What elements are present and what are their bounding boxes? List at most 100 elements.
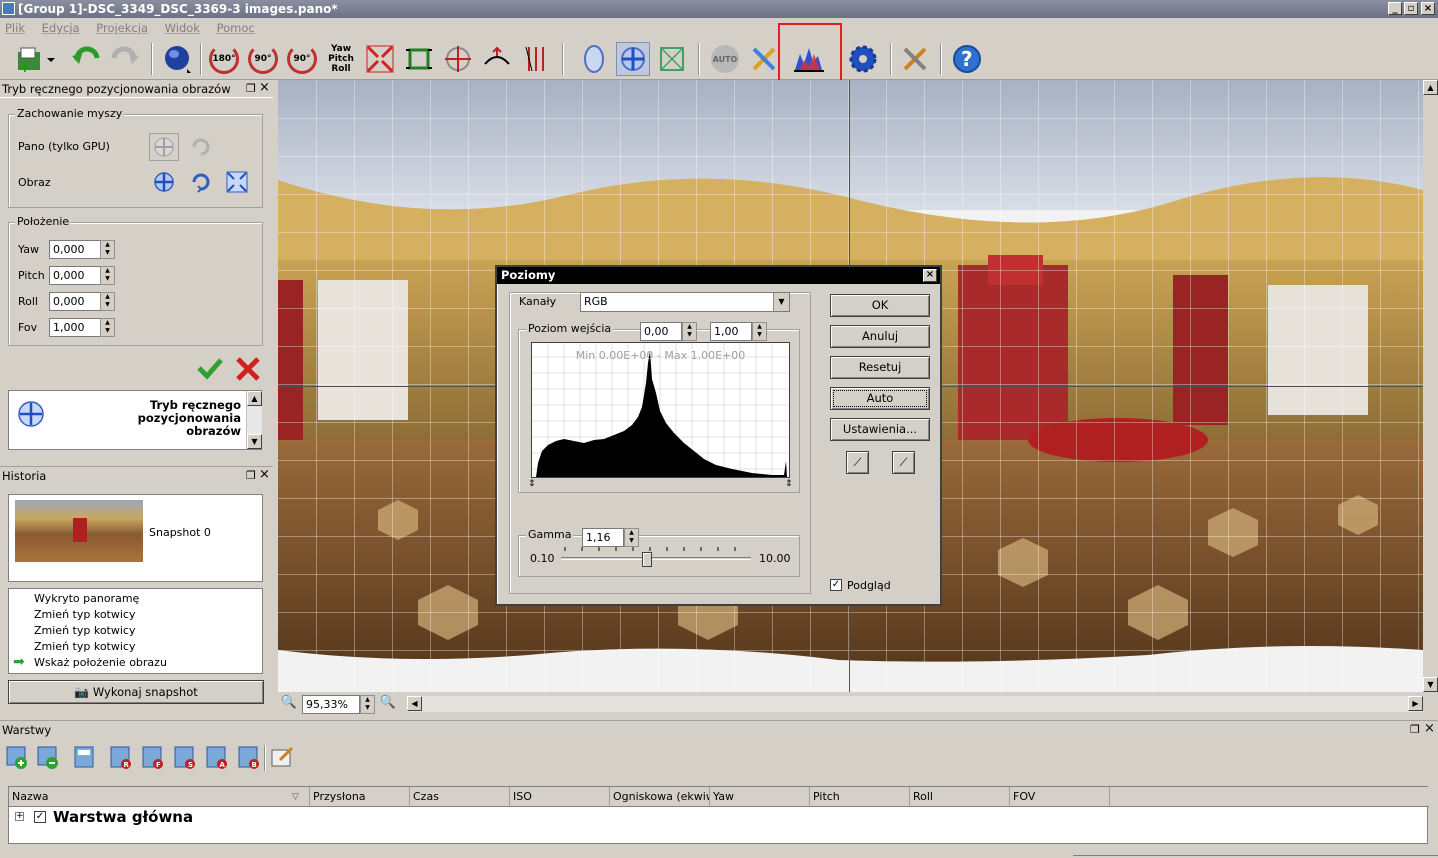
- menu-help[interactable]: Pomoc: [217, 21, 255, 35]
- snapshot-label[interactable]: Snapshot 0: [149, 526, 211, 539]
- cancel-button[interactable]: Anuluj: [830, 325, 930, 348]
- panel-close-icon[interactable]: ×: [259, 466, 270, 484]
- dialog-close-button[interactable]: ×: [923, 269, 937, 282]
- fov-stepper[interactable]: ▲ ▼: [100, 318, 115, 337]
- image-move-button[interactable]: [152, 170, 176, 197]
- scroll-right-button[interactable]: ▶: [1408, 696, 1423, 711]
- horizon-button[interactable]: [480, 42, 514, 76]
- expand-icon[interactable]: +: [15, 812, 24, 821]
- projection-button[interactable]: [160, 42, 194, 76]
- layer-visible-checkbox[interactable]: ✓: [34, 811, 46, 823]
- undock-icon[interactable]: ❐: [1410, 721, 1420, 739]
- image-rotate-button[interactable]: [189, 170, 213, 197]
- fov-input[interactable]: 1,000: [49, 318, 101, 337]
- pitch-stepper[interactable]: ▲ ▼: [100, 266, 115, 285]
- close-button[interactable]: ×: [1421, 2, 1435, 15]
- remove-layer-button[interactable]: [35, 744, 61, 770]
- channel-select[interactable]: RGB ▼: [580, 292, 790, 312]
- panel-close-icon[interactable]: ×: [1424, 720, 1435, 738]
- layer-r-button[interactable]: R: [108, 744, 134, 770]
- take-snapshot-button[interactable]: 📷 Wykonaj snapshot: [8, 680, 264, 704]
- auto-button[interactable]: AUTO: [708, 42, 742, 76]
- input-max-stepper[interactable]: ▲ ▼: [752, 322, 767, 341]
- rotate-180-button[interactable]: 180°: [207, 42, 241, 76]
- scroll-up-button[interactable]: ▲: [1423, 80, 1438, 95]
- col-aperture[interactable]: Przysłona: [310, 787, 410, 807]
- undo-button[interactable]: [69, 42, 103, 76]
- menu-file[interactable]: Plik: [5, 21, 25, 35]
- auto-levels-button[interactable]: Auto: [830, 387, 930, 410]
- col-time[interactable]: Czas: [410, 787, 510, 807]
- pitch-input[interactable]: 0,000: [49, 266, 101, 285]
- history-item[interactable]: Wykryto panoramę: [34, 592, 139, 605]
- settings-button[interactable]: Ustawienia...: [830, 418, 930, 441]
- col-pitch[interactable]: Pitch: [810, 787, 910, 807]
- gamma-input[interactable]: 1,16: [582, 528, 624, 547]
- gamma-stepper[interactable]: ▲ ▼: [624, 528, 639, 547]
- cylinder-button[interactable]: [577, 42, 611, 76]
- yaw-stepper[interactable]: ▲ ▼: [100, 240, 115, 259]
- pano-move-button[interactable]: [149, 133, 179, 161]
- rotate-90-cw-button[interactable]: 90°: [246, 42, 280, 76]
- zoom-stepper[interactable]: ▲ ▼: [360, 695, 375, 714]
- black-point-picker[interactable]: ⟋: [846, 451, 869, 474]
- add-images-button[interactable]: +: [12, 42, 58, 76]
- tools-button[interactable]: [898, 42, 932, 76]
- reset-button[interactable]: Resetuj: [830, 356, 930, 379]
- history-item[interactable]: Zmień typ kotwicy: [34, 608, 135, 621]
- input-max-handle[interactable]: ⇕: [785, 479, 793, 489]
- straighten-button[interactable]: [519, 42, 553, 76]
- snapshot-thumbnail[interactable]: [15, 500, 143, 562]
- move-image-button[interactable]: [616, 42, 650, 76]
- pano-rotate-button[interactable]: [189, 135, 213, 162]
- center-button[interactable]: [441, 42, 475, 76]
- minimize-button[interactable]: _: [1388, 2, 1402, 15]
- white-point-picker[interactable]: ⟋: [892, 451, 915, 474]
- scroll-left-button[interactable]: ◀: [407, 696, 422, 711]
- menu-view[interactable]: Widok: [165, 21, 200, 35]
- undock-icon[interactable]: ❐: [246, 467, 256, 485]
- redo-button[interactable]: [108, 42, 142, 76]
- zoom-out-icon[interactable]: 🔍: [279, 695, 299, 715]
- zoom-in-icon[interactable]: 🔍: [378, 695, 398, 715]
- col-fov[interactable]: FOV: [1010, 787, 1110, 807]
- zoom-input[interactable]: 95,33%: [302, 695, 360, 714]
- preview-checkbox[interactable]: ✓: [830, 579, 842, 591]
- gamma-slider-thumb[interactable]: [642, 552, 652, 567]
- panel-close-icon[interactable]: ×: [259, 79, 270, 97]
- maximize-button[interactable]: ▫: [1404, 2, 1418, 15]
- cancel-x-button[interactable]: [235, 356, 261, 385]
- viewport-vscrollbar[interactable]: ▲ ▼: [1423, 80, 1438, 692]
- gamma-slider[interactable]: [561, 547, 751, 567]
- scroll-down-button[interactable]: ▼: [1423, 677, 1438, 692]
- history-item-current[interactable]: Wskaż położenie obrazu: [34, 656, 167, 669]
- help-button[interactable]: ?: [950, 42, 984, 76]
- color-tools-button[interactable]: [747, 42, 781, 76]
- fit-button[interactable]: [363, 42, 397, 76]
- input-min-stepper[interactable]: ▲ ▼: [682, 322, 697, 341]
- menu-projection[interactable]: Projekcja: [96, 21, 148, 35]
- layer-a-button[interactable]: A: [204, 744, 230, 770]
- preview-label[interactable]: Podgląd: [847, 579, 891, 592]
- input-min-field[interactable]: 0,00: [640, 322, 682, 341]
- col-iso[interactable]: ISO: [510, 787, 610, 807]
- layer-s-button[interactable]: S: [172, 744, 198, 770]
- roll-stepper[interactable]: ▲ ▼: [100, 292, 115, 311]
- crop-button[interactable]: [402, 42, 436, 76]
- input-max-field[interactable]: 1,00: [710, 322, 752, 341]
- undock-icon[interactable]: ❐: [246, 80, 256, 98]
- col-name[interactable]: Nazwa ▽: [9, 787, 310, 807]
- col-yaw[interactable]: Yaw: [710, 787, 810, 807]
- yaw-input[interactable]: 0,000: [49, 240, 101, 259]
- viewport-hscrollbar[interactable]: ◀ ▶: [407, 696, 1423, 712]
- add-layer-button[interactable]: [4, 744, 30, 770]
- layer-properties-button[interactable]: [72, 744, 98, 770]
- ok-button[interactable]: OK: [830, 294, 930, 317]
- input-min-handle[interactable]: ⇕: [528, 479, 536, 489]
- col-focal[interactable]: Ogniskowa (ekwiwa: [610, 787, 710, 807]
- history-item[interactable]: Zmień typ kotwicy: [34, 624, 135, 637]
- apply-button[interactable]: [197, 356, 223, 383]
- table-row[interactable]: + ✓ Warstwa główna: [9, 808, 1427, 828]
- image-scale-button[interactable]: [225, 170, 249, 197]
- mesh-button[interactable]: [655, 42, 689, 76]
